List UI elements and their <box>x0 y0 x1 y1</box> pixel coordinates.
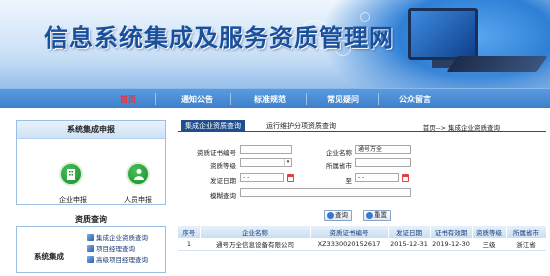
enterprise-report-button[interactable] <box>59 162 83 186</box>
province-label: 所属省市 <box>326 162 352 170</box>
nav-standards[interactable]: 标准规范 <box>254 94 286 105</box>
report-box: 系统集成申报 企业申报 人员申报 <box>16 120 166 205</box>
nav-divider <box>230 93 231 105</box>
fuzzy-input[interactable] <box>240 188 411 197</box>
keyboard-illustration <box>446 56 548 72</box>
monitor-illustration <box>408 8 478 60</box>
col-header: 所属省市 <box>506 226 547 238</box>
breadcrumb: 首页--> 集成企业资质查询 <box>422 124 500 132</box>
table-cell[interactable]: 通号万全信息设备有限公司 <box>200 238 310 251</box>
issue-date-to[interactable]: - - <box>355 173 399 182</box>
col-header: 证书有效期 <box>430 226 473 238</box>
document-icon <box>87 234 94 241</box>
page: 信息系统集成及服务资质管理网 首页 通知公告 标准规范 常见疑问 公众留言 系统… <box>0 0 550 276</box>
report-title: 系统集成申报 <box>17 121 165 139</box>
nav-divider <box>155 93 156 105</box>
user-icon <box>87 256 94 263</box>
results-table: 序号 企业名称 资质证书编号 发证日期 证书有效期 资质等级 所属省市 1 通号… <box>178 226 547 251</box>
nav-messages[interactable]: 公众留言 <box>399 94 431 105</box>
company-input[interactable]: 通号万全 <box>355 145 411 154</box>
search-icon <box>327 212 334 219</box>
calendar-icon[interactable] <box>287 174 294 182</box>
nav-home[interactable]: 首页 <box>120 94 136 105</box>
query-box: 系统集成 集成企业资质查询 项目经理查询 高级项目经理查询 <box>16 226 166 273</box>
site-title: 信息系统集成及服务资质管理网 <box>44 23 394 52</box>
province-input[interactable] <box>355 158 411 167</box>
cert-no-input[interactable] <box>240 145 292 154</box>
col-header: 企业名称 <box>200 226 311 238</box>
main-nav: 首页 通知公告 标准规范 常见疑问 公众留言 <box>0 88 550 108</box>
query-button-label: 查询 <box>335 211 348 219</box>
user-icon <box>87 245 94 252</box>
table-cell: 2019-12-30 <box>430 238 472 251</box>
col-header: 资质证书编号 <box>310 226 389 238</box>
person-icon <box>134 169 144 180</box>
company-label: 企业名称 <box>326 149 352 157</box>
system-integration-label: 系统集成 <box>34 252 64 261</box>
cert-no-label: 资质证书编号 <box>197 149 236 157</box>
query-button[interactable]: 查询 <box>324 210 352 221</box>
person-report-button[interactable] <box>126 162 150 186</box>
table-cell: 2015-12-31 <box>388 238 430 251</box>
nav-divider <box>306 93 307 105</box>
link-enterprise-query[interactable]: 集成企业资质查询 <box>87 232 148 242</box>
enterprise-report-label[interactable]: 企业申报 <box>59 195 87 205</box>
table-row[interactable]: 1 通号万全信息设备有限公司 XZ3330020152617 2015-12-3… <box>178 238 546 251</box>
date-separator: 至 <box>345 177 353 185</box>
left-panel: 系统集成申报 企业申报 人员申报 资质查询 系统集成 集成企业资质查询 项目经理… <box>16 120 166 273</box>
table-cell: XZ3330020152617 <box>310 238 388 251</box>
link-senior-pm-query[interactable]: 高级项目经理查询 <box>87 254 148 264</box>
tab-maintenance-query[interactable]: 运行维护分项资质查询 <box>262 120 340 132</box>
nav-divider <box>378 93 379 105</box>
table-header-row: 序号 企业名称 资质证书编号 发证日期 证书有效期 资质等级 所属省市 <box>178 226 547 238</box>
reset-button[interactable]: 重置 <box>363 210 391 221</box>
tab-enterprise-query[interactable]: 集成企业资质查询 <box>181 120 245 132</box>
link-pm-query[interactable]: 项目经理查询 <box>87 243 135 253</box>
issue-date-from[interactable]: - - <box>240 173 284 182</box>
tab-bar: 集成企业资质查询 运行维护分项资质查询 首页--> 集成企业资质查询 <box>178 118 546 132</box>
nav-faq[interactable]: 常见疑问 <box>327 94 359 105</box>
calendar-icon[interactable] <box>402 174 409 182</box>
issue-date-label: 发证日期 <box>210 177 236 185</box>
level-label: 资质等级 <box>210 162 236 170</box>
table-cell: 浙江省 <box>506 238 546 251</box>
table-cell: 三级 <box>472 238 506 251</box>
refresh-icon <box>366 212 373 219</box>
table-cell: 1 <box>178 238 200 251</box>
header-banner: 信息系统集成及服务资质管理网 <box>0 0 550 88</box>
reset-button-label: 重置 <box>374 211 387 219</box>
fuzzy-label: 模糊查询 <box>210 192 236 200</box>
level-select[interactable]: ▾ <box>240 158 292 167</box>
building-icon <box>67 169 75 180</box>
query-title: 资质查询 <box>75 215 107 224</box>
link-label: 高级项目经理查询 <box>96 256 148 264</box>
col-header: 发证日期 <box>388 226 431 238</box>
person-report-label[interactable]: 人员申报 <box>124 195 152 205</box>
link-label: 集成企业资质查询 <box>96 234 148 242</box>
chevron-down-icon: ▾ <box>284 159 291 166</box>
col-header: 序号 <box>178 226 201 238</box>
nav-notices[interactable]: 通知公告 <box>181 94 213 105</box>
right-panel: 集成企业资质查询 运行维护分项资质查询 首页--> 集成企业资质查询 资质证书编… <box>178 118 547 273</box>
col-header: 资质等级 <box>472 226 507 238</box>
link-label: 项目经理查询 <box>96 245 135 253</box>
